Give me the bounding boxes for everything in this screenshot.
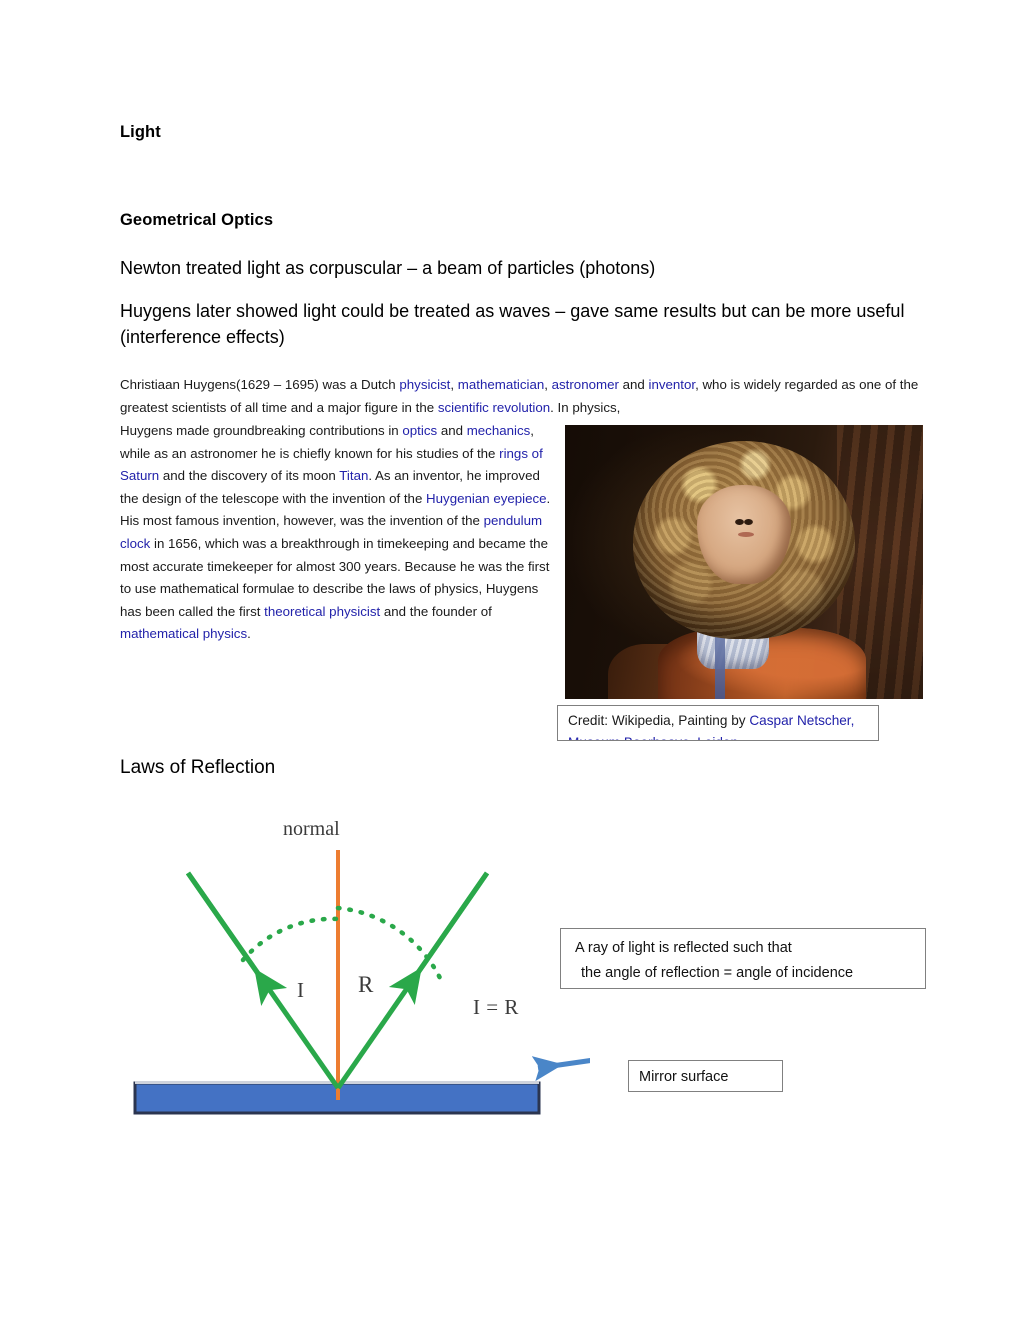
credit-prefix: Credit: Wikipedia, Painting by (568, 713, 750, 728)
document-page: Light Geometrical Optics Newton treated … (0, 0, 1020, 1320)
link-optics[interactable]: optics (402, 423, 437, 438)
portrait-credit-text: Credit: Wikipedia, Painting by Caspar Ne… (568, 710, 878, 740)
portrait-eye-left (735, 518, 745, 525)
incident-ray (185, 871, 341, 1090)
page-title: Light (120, 123, 161, 141)
angle-of-reflection-label: R (358, 972, 374, 997)
equation-label: I = R (473, 995, 519, 1019)
biography-paragraph-wrapped: Huygens made groundbreaking contribution… (120, 420, 552, 646)
law-callout-line1: A ray of light is reflected such that (575, 940, 792, 956)
link-mathematician[interactable]: mathematician (458, 377, 544, 392)
mirror-surface-callout-box: Mirror surface (628, 1060, 783, 1092)
bio-text: and (618, 377, 649, 392)
bio-text: and (437, 423, 467, 438)
link-inventor[interactable]: inventor (648, 377, 695, 392)
bio-text: , (450, 377, 458, 392)
huygens-statement: Huygens later showed light could be trea… (120, 301, 905, 347)
angle-arc-incidence (240, 916, 341, 963)
link-scientific-revolution[interactable]: scientific revolution (438, 400, 550, 415)
huygens-portrait-image (565, 425, 923, 699)
mirror-callout-label: Mirror surface (639, 1069, 729, 1085)
bio-text: . In physics, (550, 399, 621, 415)
portrait-credit-box: Credit: Wikipedia, Painting by Caspar Ne… (557, 705, 879, 741)
angle-arc-reflection (335, 905, 443, 981)
bio-text: Huygens made groundbreaking contribution… (120, 423, 403, 438)
newton-statement: Newton treated light as corpuscular – a … (120, 258, 656, 278)
bio-text: and the founder of (380, 603, 492, 619)
portrait-eye-right (743, 518, 753, 525)
law-callout-line2: the angle of reflection = angle of incid… (581, 965, 854, 981)
laws-of-reflection-heading: Laws of Reflection (120, 757, 276, 778)
reflection-diagram (120, 800, 590, 1130)
bio-text: . (247, 626, 251, 642)
link-mechanics[interactable]: mechanics (467, 423, 531, 438)
bio-text: , (544, 377, 552, 392)
link-huygenian-eyepiece[interactable]: Huygenian eyepiece (426, 491, 547, 506)
angle-of-incidence-label: I (297, 978, 304, 1002)
section-heading-geometrical-optics: Geometrical Optics (120, 211, 274, 229)
law-callout-box: A ray of light is reflected such that th… (560, 928, 926, 989)
normal-label: normal (283, 818, 340, 840)
link-mathematical-physics[interactable]: mathematical physics (120, 626, 247, 641)
bio-text: and the discovery of its moon (159, 468, 340, 484)
link-theoretical-physicist[interactable]: theoretical physicist (264, 604, 380, 619)
link-physicist[interactable]: physicist (399, 377, 450, 392)
bio-text: Christiaan Huygens(1629 – 1695) was a Du… (120, 377, 400, 392)
mirror-pointer-arrow (531, 1056, 590, 1082)
portrait-face (697, 485, 791, 584)
link-astronomer[interactable]: astronomer (552, 377, 619, 392)
biography-paragraph-top: Christiaan Huygens(1629 – 1695) was a Du… (120, 374, 920, 419)
link-titan[interactable]: Titan (339, 468, 368, 483)
portrait-mouth (737, 532, 754, 538)
